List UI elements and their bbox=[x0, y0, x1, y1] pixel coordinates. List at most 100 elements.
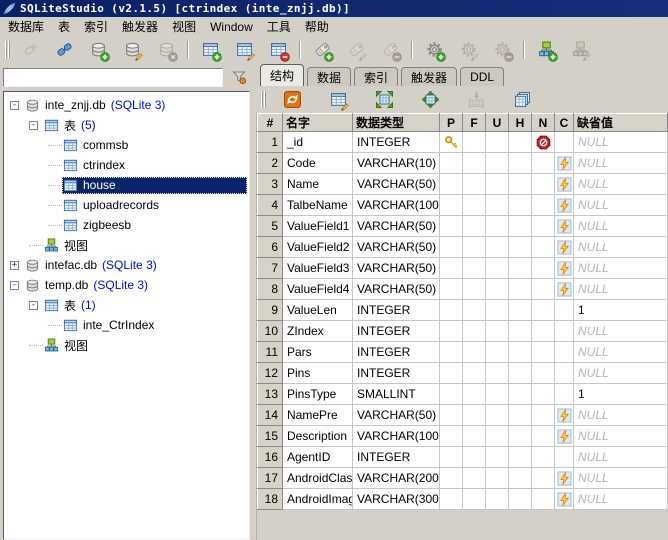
tree-item-commsb[interactable]: commsb bbox=[4, 135, 249, 155]
collate-cell[interactable] bbox=[555, 216, 574, 237]
collate-cell[interactable] bbox=[555, 132, 574, 153]
disconnect-button[interactable] bbox=[52, 38, 76, 62]
edit-table-structure-button[interactable] bbox=[326, 88, 350, 112]
data-type-cell[interactable]: INTEGER bbox=[353, 342, 440, 363]
default-value-cell[interactable]: NULL bbox=[574, 237, 668, 258]
primary-key-cell[interactable] bbox=[440, 153, 463, 174]
column-name-cell[interactable]: Pins bbox=[283, 363, 353, 384]
foreign-key-cell[interactable] bbox=[463, 363, 486, 384]
collate-cell[interactable] bbox=[555, 258, 574, 279]
row-number-cell[interactable]: 16 bbox=[258, 447, 283, 468]
refresh-structure-button[interactable] bbox=[280, 88, 304, 112]
tree-item-表[interactable]: -表(5) bbox=[4, 115, 249, 135]
data-type-cell[interactable]: INTEGER bbox=[353, 363, 440, 384]
default-value-cell[interactable]: NULL bbox=[574, 279, 668, 300]
drop-trigger-button[interactable] bbox=[490, 38, 514, 62]
not-null-cell[interactable] bbox=[532, 342, 555, 363]
foreign-key-cell[interactable] bbox=[463, 342, 486, 363]
tree-item-inte_CtrIndex[interactable]: inte_CtrIndex bbox=[4, 315, 249, 335]
collate-cell[interactable] bbox=[555, 489, 574, 510]
primary-key-cell[interactable] bbox=[440, 258, 463, 279]
foreign-key-cell[interactable] bbox=[463, 279, 486, 300]
hidden-cell[interactable] bbox=[509, 447, 532, 468]
similar-tables-button[interactable] bbox=[510, 88, 534, 112]
hidden-cell[interactable] bbox=[509, 468, 532, 489]
foreign-key-cell[interactable] bbox=[463, 237, 486, 258]
primary-key-cell[interactable] bbox=[440, 195, 463, 216]
collate-cell[interactable] bbox=[555, 153, 574, 174]
primary-key-cell[interactable] bbox=[440, 426, 463, 447]
collate-cell[interactable] bbox=[555, 468, 574, 489]
column-name-cell[interactable]: Name bbox=[283, 174, 353, 195]
primary-key-cell[interactable] bbox=[440, 237, 463, 258]
hidden-cell[interactable] bbox=[509, 279, 532, 300]
menu-item-7[interactable]: 帮助 bbox=[298, 17, 336, 36]
feather-icon[interactable] bbox=[3, 2, 16, 15]
menu-item-1[interactable]: 表 bbox=[51, 17, 77, 36]
data-type-cell[interactable]: VARCHAR(100) bbox=[353, 426, 440, 447]
unique-cell[interactable] bbox=[486, 468, 509, 489]
primary-key-cell[interactable] bbox=[440, 321, 463, 342]
not-null-cell[interactable] bbox=[532, 321, 555, 342]
hidden-cell[interactable] bbox=[509, 300, 532, 321]
not-null-cell[interactable] bbox=[532, 426, 555, 447]
connect-button[interactable] bbox=[18, 38, 42, 62]
export-table-button[interactable] bbox=[464, 88, 488, 112]
collate-cell[interactable] bbox=[555, 426, 574, 447]
foreign-key-cell[interactable] bbox=[463, 174, 486, 195]
not-null-cell[interactable] bbox=[532, 468, 555, 489]
unique-cell[interactable] bbox=[486, 174, 509, 195]
unique-cell[interactable] bbox=[486, 258, 509, 279]
foreign-key-cell[interactable] bbox=[463, 447, 486, 468]
hidden-cell[interactable] bbox=[509, 174, 532, 195]
row-number-cell[interactable]: 1 bbox=[258, 132, 283, 153]
hidden-cell[interactable] bbox=[509, 195, 532, 216]
menu-item-2[interactable]: 索引 bbox=[77, 17, 115, 36]
default-value-cell[interactable]: NULL bbox=[574, 195, 668, 216]
row-number-cell[interactable]: 4 bbox=[258, 195, 283, 216]
row-number-cell[interactable]: 9 bbox=[258, 300, 283, 321]
tree-item-zigbeesb[interactable]: zigbeesb bbox=[4, 215, 249, 235]
default-value-cell[interactable]: NULL bbox=[574, 363, 668, 384]
default-value-cell[interactable]: NULL bbox=[574, 426, 668, 447]
primary-key-cell[interactable] bbox=[440, 468, 463, 489]
row-number-cell[interactable]: 3 bbox=[258, 174, 283, 195]
hidden-cell[interactable] bbox=[509, 363, 532, 384]
not-null-cell[interactable] bbox=[532, 300, 555, 321]
unique-cell[interactable] bbox=[486, 342, 509, 363]
hidden-cell[interactable] bbox=[509, 216, 532, 237]
hidden-cell[interactable] bbox=[509, 153, 532, 174]
tree-filter-input[interactable] bbox=[3, 68, 223, 87]
default-value-cell[interactable]: NULL bbox=[574, 321, 668, 342]
collate-cell[interactable] bbox=[555, 342, 574, 363]
unique-cell[interactable] bbox=[486, 195, 509, 216]
data-type-cell[interactable]: SMALLINT bbox=[353, 384, 440, 405]
foreign-key-cell[interactable] bbox=[463, 216, 486, 237]
default-value-cell[interactable]: NULL bbox=[574, 153, 668, 174]
collate-cell[interactable] bbox=[555, 279, 574, 300]
not-null-cell[interactable] bbox=[532, 174, 555, 195]
foreign-key-cell[interactable] bbox=[463, 132, 486, 153]
foreign-key-cell[interactable] bbox=[463, 426, 486, 447]
not-null-cell[interactable] bbox=[532, 279, 555, 300]
tab-DDL[interactable]: DDL bbox=[460, 67, 504, 86]
collate-cell[interactable] bbox=[555, 195, 574, 216]
column-name-cell[interactable]: AndroidImage bbox=[283, 489, 353, 510]
default-value-cell[interactable]: NULL bbox=[574, 258, 668, 279]
default-value-cell[interactable]: NULL bbox=[574, 447, 668, 468]
data-type-cell[interactable]: VARCHAR(300) bbox=[353, 489, 440, 510]
default-value-cell[interactable]: 1 bbox=[574, 300, 668, 321]
primary-key-cell[interactable] bbox=[440, 216, 463, 237]
unique-cell[interactable] bbox=[486, 384, 509, 405]
column-name-cell[interactable]: ValueField3 bbox=[283, 258, 353, 279]
data-type-cell[interactable]: INTEGER bbox=[353, 300, 440, 321]
data-type-cell[interactable]: INTEGER bbox=[353, 447, 440, 468]
new-index-button[interactable] bbox=[310, 38, 334, 62]
row-number-cell[interactable]: 14 bbox=[258, 405, 283, 426]
tree-item-ctrindex[interactable]: ctrindex bbox=[4, 155, 249, 175]
unique-cell[interactable] bbox=[486, 321, 509, 342]
foreign-key-cell[interactable] bbox=[463, 300, 486, 321]
menu-item-5[interactable]: Window bbox=[203, 19, 260, 35]
data-type-cell[interactable]: INTEGER bbox=[353, 132, 440, 153]
foreign-key-cell[interactable] bbox=[463, 489, 486, 510]
